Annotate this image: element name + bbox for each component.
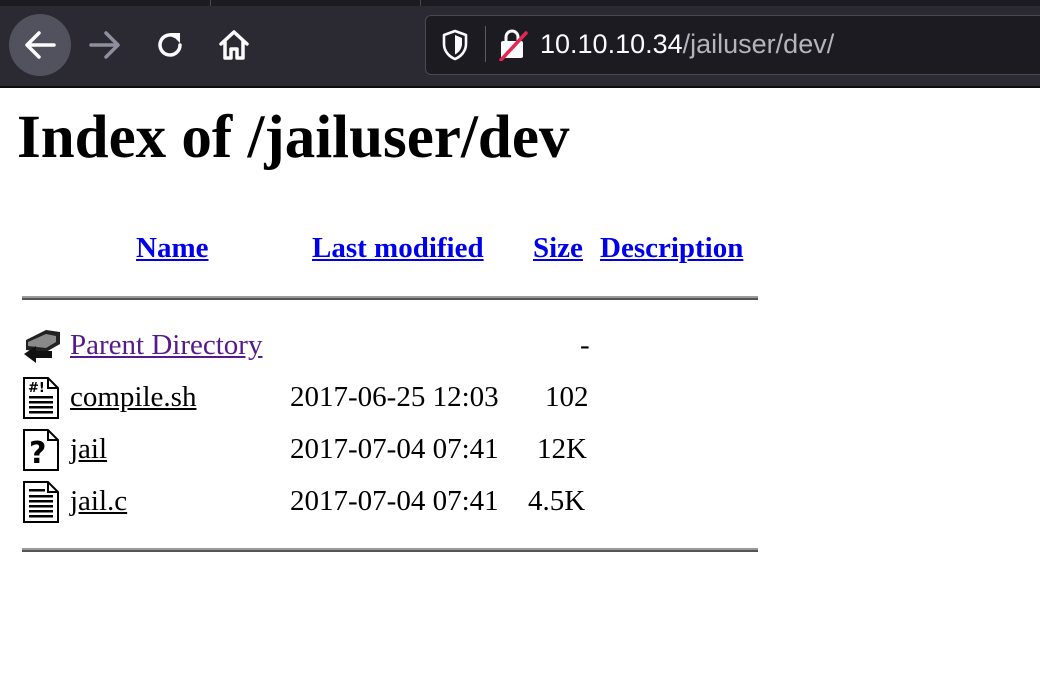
tab-divider (210, 0, 211, 6)
file-size: 102 (545, 381, 589, 413)
browser-toolbar: 10.10.10.34/jailuser/dev/ (0, 0, 1040, 88)
url-path: /jailuser/dev/ (682, 29, 835, 59)
file-modified: 2017-06-25 12:03 (290, 381, 499, 413)
home-button[interactable] (203, 14, 265, 76)
home-icon (219, 30, 249, 60)
column-header-last-modified[interactable]: Last modified (312, 228, 484, 268)
file-modified: 2017-07-04 07:41 (290, 433, 499, 465)
back-folder-icon (22, 326, 64, 371)
column-header-description[interactable]: Description (600, 228, 743, 268)
unknown-file-icon: ? (22, 428, 62, 477)
insecure-lock-icon (499, 29, 528, 62)
site-security-button[interactable] (497, 27, 529, 66)
url-host: 10.10.10.34 (540, 29, 683, 59)
file-size: - (580, 329, 590, 361)
back-arrow-icon (25, 31, 56, 59)
url-separator (485, 26, 486, 62)
file-size: 12K (537, 433, 587, 465)
tracking-protection-button[interactable] (441, 29, 469, 66)
column-header-size[interactable]: Size (533, 228, 583, 268)
forward-button[interactable] (74, 14, 136, 76)
reload-icon (158, 33, 182, 57)
file-size: 4.5K (528, 485, 586, 517)
forward-arrow-icon (89, 31, 120, 59)
file-link-parent-directory[interactable]: Parent Directory (70, 325, 262, 365)
url-text[interactable]: 10.10.10.34/jailuser/dev/ (540, 26, 834, 62)
shield-icon (442, 29, 468, 61)
svg-text:?: ? (29, 436, 46, 471)
reload-button[interactable] (139, 14, 201, 76)
file-link-jail-c[interactable]: jail.c (70, 481, 127, 521)
back-button[interactable] (9, 14, 71, 76)
footer-divider (22, 548, 758, 552)
column-header-name[interactable]: Name (136, 228, 208, 268)
file-link-compile-sh[interactable]: compile.sh (70, 377, 196, 417)
tab-divider (420, 0, 421, 6)
svg-text:#!: #! (28, 381, 45, 396)
tab-strip (0, 0, 1040, 6)
text-file-icon (22, 480, 62, 529)
page-title: Index of /jailuser/dev (17, 104, 570, 171)
header-divider (22, 296, 758, 300)
file-modified: 2017-07-04 07:41 (290, 485, 499, 517)
text-file-icon: #! (22, 376, 62, 425)
file-link-jail[interactable]: jail (70, 429, 107, 469)
